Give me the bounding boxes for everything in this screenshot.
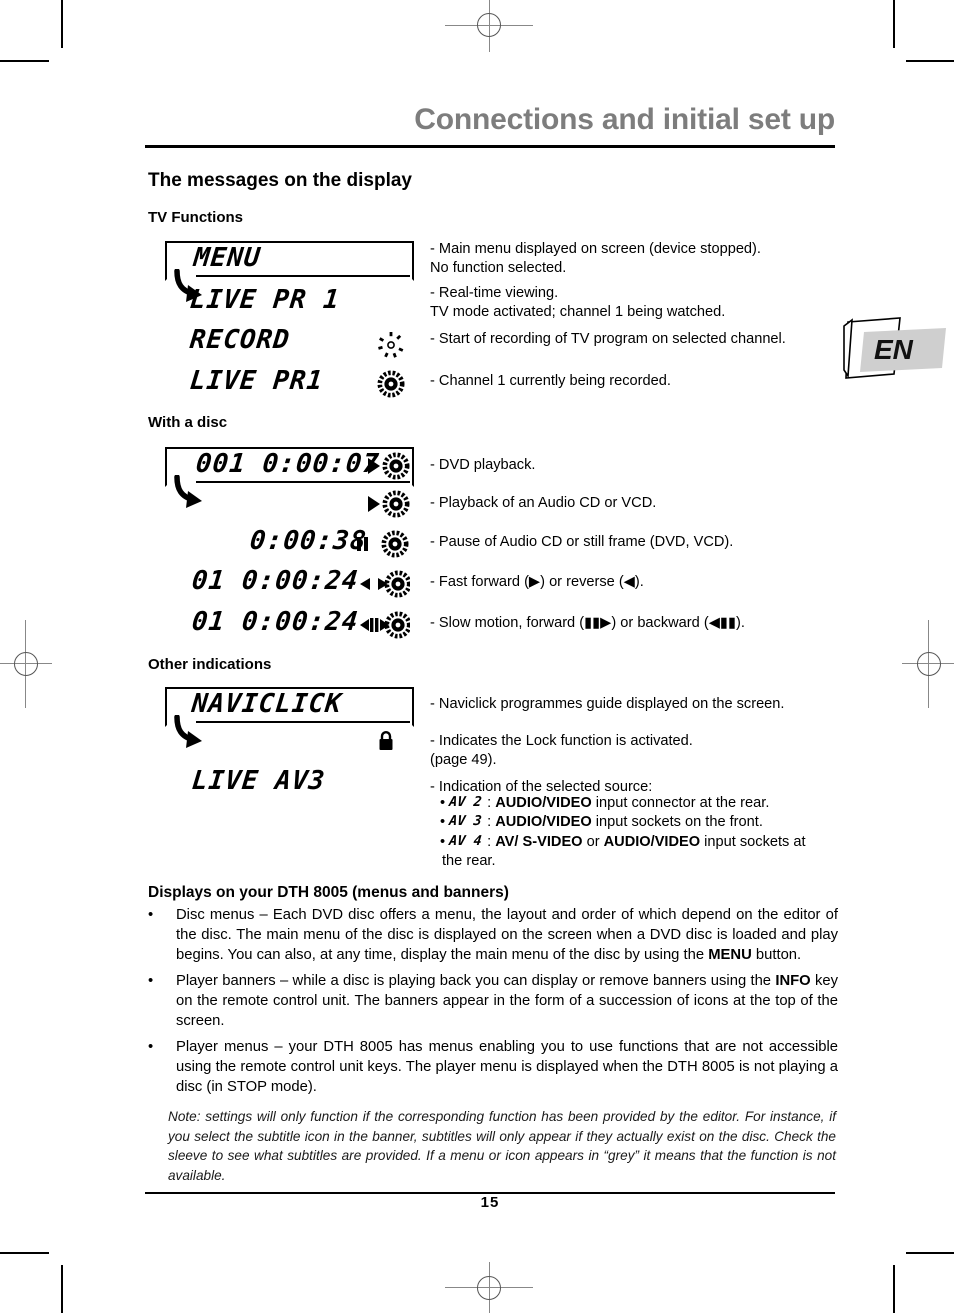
desc-disc-dvd: - DVD playback. — [430, 457, 536, 473]
source-text-av2: : AUDIO/VIDEO input connector at the rea… — [487, 795, 770, 811]
lcd-frame-tv-underline — [196, 275, 410, 277]
b1-post: button. — [751, 946, 802, 963]
source-list-item: • AV 2 : AUDIO/VIDEO input connector at … — [440, 794, 840, 813]
desc-tv-menu: - Main menu displayed on screen (device … — [430, 241, 761, 277]
source-list: • AV 2 : AUDIO/VIDEO input connector at … — [440, 794, 840, 872]
lcd-text-live-av3: LIVE AV3 — [190, 766, 327, 796]
desc-disc-slow: - Slow motion, forward (▮▮▶) or backward… — [430, 615, 745, 631]
lock-icon — [379, 731, 393, 750]
pointer-arrow-tv — [174, 269, 202, 302]
desc-disc-audio: - Playback of an Audio CD or VCD. — [430, 495, 657, 511]
b1-bold: MENU — [708, 946, 752, 963]
lcd-text-live-pr1: LIVE PR1 — [188, 366, 325, 396]
source-bullet: • — [440, 814, 446, 831]
lcd-text-slow-motion: 01 0:00:24 — [190, 607, 361, 637]
desc-other-lock: - Indicates the Lock function is activat… — [430, 733, 693, 769]
displays-section-heading: Displays on your DTH 8005 (menus and ban… — [148, 884, 509, 901]
disc-spinning-icon — [377, 370, 405, 398]
lcd-text-pause: 0:00:38 — [248, 526, 369, 556]
desc-tv-live-rec: - Channel 1 currently being recorded. — [430, 373, 671, 389]
source-list-item: • AV 3 : AUDIO/VIDEO input sockets on th… — [440, 813, 840, 832]
b2-bold: INFO — [775, 972, 811, 989]
lcd-frame-other-underline — [196, 721, 410, 723]
play-disc-icon-audio — [368, 490, 410, 518]
lcd-text-dvd-playback: 001 0:00:07 — [194, 449, 381, 479]
list-item: • Disc menus – Each DVD disc offers a me… — [148, 906, 838, 966]
source-text-av4-cont: the rear. — [442, 853, 496, 870]
play-disc-icon — [368, 452, 410, 480]
list-item: • Player menus – your DTH 8005 has menus… — [148, 1038, 838, 1098]
lcd-text-ff-rew: 01 0:00:24 — [190, 566, 361, 596]
source-bullet: • — [440, 795, 446, 811]
bullet-mark: • — [148, 972, 154, 989]
desc-tv-live: - Real-time viewing. TV mode activated; … — [430, 285, 726, 321]
lcd-text-record: RECORD — [188, 325, 292, 355]
page-header-title: Connections and initial set up — [414, 103, 835, 136]
source-text-av4: : AV/ S-VIDEO or AUDIO/VIDEO input socke… — [487, 833, 806, 850]
source-code-av4: AV 4 — [448, 832, 483, 849]
pointer-arrow-disc — [174, 475, 202, 508]
source-code-av3: AV 3 — [448, 813, 483, 830]
source-list-item: • AV 4 : AV/ S-VIDEO or AUDIO/VIDEO inpu… — [440, 833, 840, 852]
bullet-mark: • — [148, 1038, 154, 1055]
pause-disc-icon — [357, 530, 409, 558]
subheading-with-a-disc: With a disc — [148, 414, 228, 431]
source-bullet: • — [440, 833, 446, 850]
displays-bullet-list: • Disc menus – Each DVD disc offers a me… — [148, 906, 838, 1104]
bullet-text-player-menus: Player menus – your DTH 8005 has menus e… — [176, 1038, 838, 1098]
language-badge-en: EN — [842, 312, 950, 392]
header-divider — [145, 145, 835, 148]
page-number: 15 — [480, 1194, 500, 1211]
slow-motion-disc-icon — [360, 611, 410, 639]
desc-disc-ff: - Fast forward (▶) or reverse (◀). — [430, 574, 644, 590]
b2-pre: Player banners – while a disc is playing… — [176, 972, 776, 989]
desc-tv-record: - Start of recording of TV program on se… — [430, 331, 786, 347]
disc-blinking-icon — [378, 332, 404, 358]
editor-note: Note: settings will only function if the… — [168, 1109, 836, 1184]
desc-disc-pause: - Pause of Audio CD or still frame (DVD,… — [430, 534, 734, 550]
list-item: • Player banners – while a disc is playi… — [148, 972, 838, 1032]
subheading-other-indications: Other indications — [148, 656, 272, 673]
bullet-text-player-banners: Player banners – while a disc is playing… — [176, 972, 838, 1032]
desc-other-naviclick: - Naviclick programmes guide displayed o… — [430, 696, 785, 712]
subheading-tv-functions: TV Functions — [148, 209, 243, 226]
svg-text:EN: EN — [874, 334, 914, 365]
section-title: The messages on the display — [148, 170, 412, 191]
source-text-av3: : AUDIO/VIDEO input sockets on the front… — [487, 814, 763, 831]
b3-pre: Player menus – your DTH 8005 has menus e… — [176, 1038, 838, 1095]
source-code-av2: AV 2 — [448, 794, 483, 810]
bullet-mark: • — [148, 907, 154, 923]
bullet-text-disc-menus: Disc menus – Each DVD disc offers a menu… — [176, 906, 838, 966]
lcd-text-naviclick: NAVICLICK — [190, 689, 344, 719]
manual-page: Connections and initial set up EN The me… — [0, 0, 954, 1313]
rew-fwd-disc-icon — [360, 570, 410, 598]
lcd-frame-disc-underline — [196, 481, 410, 483]
pointer-arrow-other — [174, 715, 202, 748]
